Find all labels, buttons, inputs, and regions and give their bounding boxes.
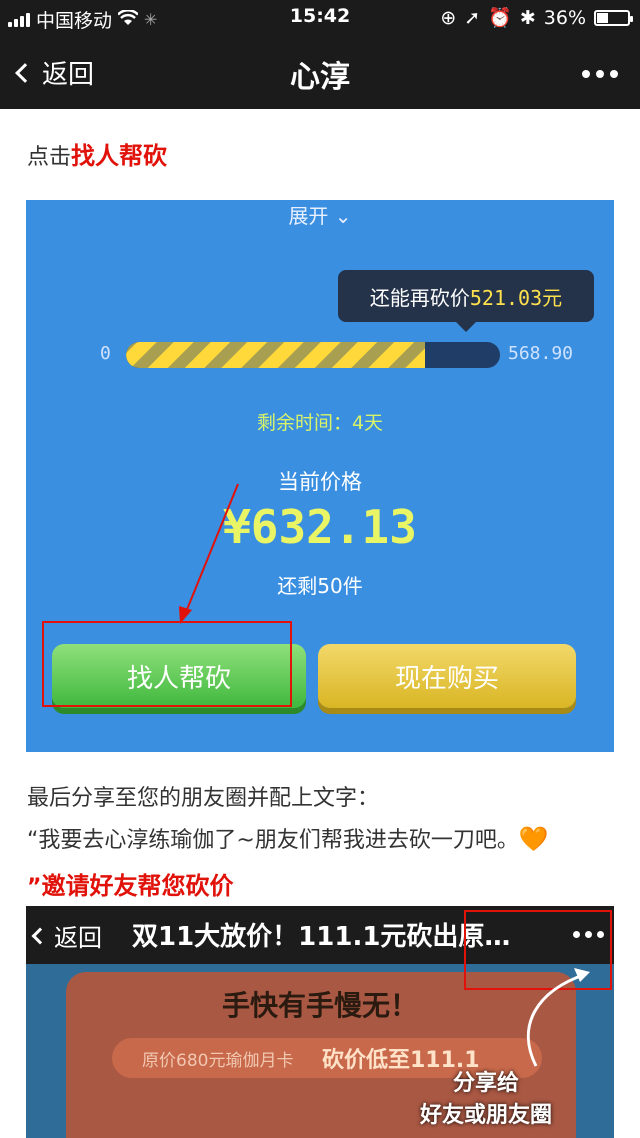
step-highlight: 找人帮砍 — [71, 142, 168, 170]
page-title: 心淳 — [290, 60, 350, 95]
quote-text: “我要去心淳练瑜伽了~朋友们帮我进去砍一刀吧。 — [27, 828, 519, 853]
alarm-icon: ⏰ — [488, 7, 512, 29]
chevron-left-icon — [31, 927, 49, 944]
share-hint-line2: 好友或朋友圈 — [419, 1102, 552, 1128]
annotation-arrow — [179, 483, 239, 624]
battery-percent: 36% — [543, 6, 586, 29]
share-screenshot: 手快有手慢无！ 原价680元瑜伽月卡 砍价低至111.1 返回 双11大放价！1… — [26, 906, 614, 1138]
curved-arrow-icon — [526, 968, 590, 1067]
more-button[interactable] — [582, 70, 618, 78]
invite-highlight: 邀请好友帮您砍价 — [41, 872, 234, 900]
status-right: ⊕ ➚ ⏰ ✱ 36% — [440, 6, 633, 29]
article-invite-line: ”邀请好友帮您砍价 — [27, 866, 233, 901]
article-quote-line: “我要去心淳练瑜伽了~朋友们帮我进去砍一刀吧。🧡 — [27, 822, 549, 854]
article-step-text: 点击找人帮砍 — [27, 136, 167, 171]
lock-rotation-icon: ⊕ — [440, 6, 457, 29]
step-prefix: 点击 — [27, 145, 72, 170]
bargain-screenshot: 展开 ⌄ 还能再砍价 521.03元 0 568.90 剩余时间：4天 当前价格 … — [26, 200, 614, 752]
nav-bar: 返回 心淳 — [0, 34, 640, 109]
share-page-title: 双11大放价！111.1元砍出原… — [132, 922, 511, 952]
status-bar: 中国移动 ✳ 15:42 ⊕ ➚ ⏰ ✱ 36% — [0, 0, 640, 34]
bluetooth-icon: ✱ — [519, 6, 536, 29]
share-back-button[interactable]: 返回 — [31, 918, 102, 953]
heart-icon: 🧡 — [518, 825, 549, 853]
share-back-label: 返回 — [54, 924, 102, 952]
poster-original-price: 原价680元瑜伽月卡 — [142, 1051, 294, 1071]
share-hint-line1: 分享给 — [452, 1071, 519, 1096]
share-hint: 分享给 好友或朋友圈 — [376, 1068, 596, 1132]
article-share-text: 最后分享至您的朋友圈并配上文字： — [27, 786, 380, 811]
quote-close: ” — [27, 875, 42, 900]
battery-icon — [594, 9, 633, 26]
location-icon: ➚ — [464, 6, 481, 29]
